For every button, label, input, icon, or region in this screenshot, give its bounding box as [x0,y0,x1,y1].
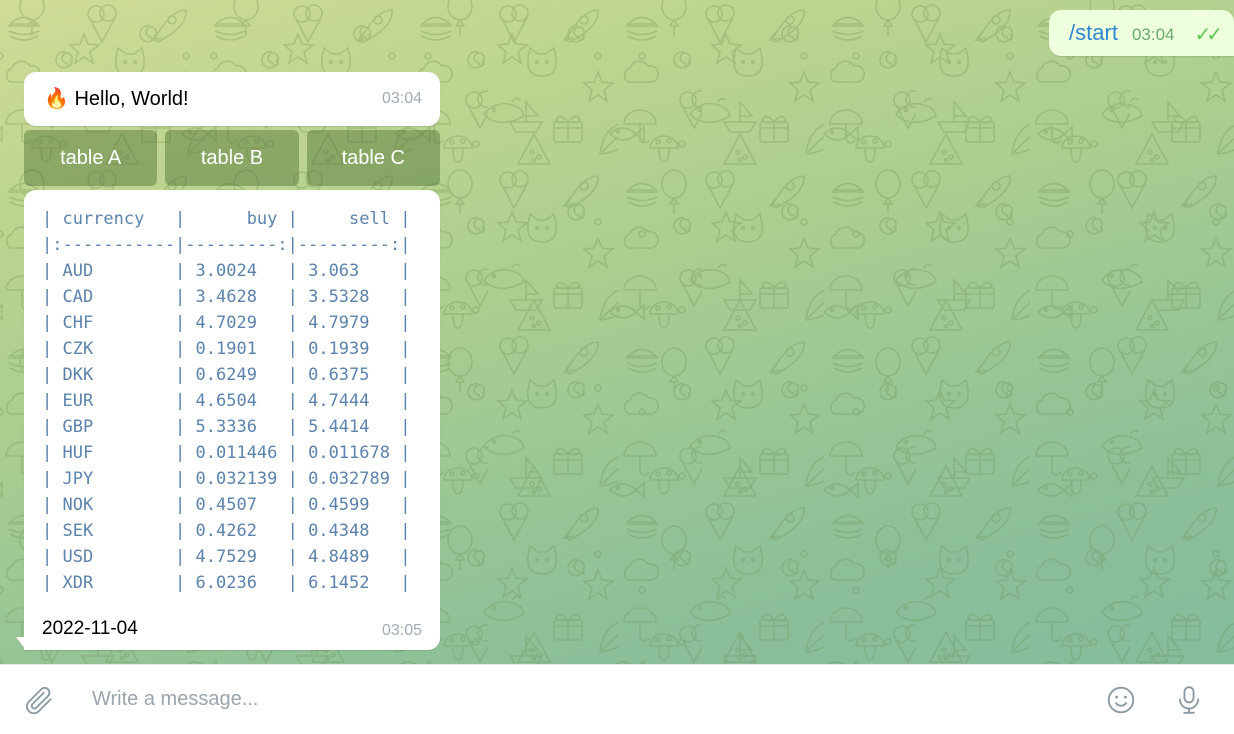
inline-keyboard: table A table B table C [24,130,440,186]
keyboard-button-table-c[interactable]: table C [306,130,440,186]
message-timestamp: 03:04 [381,90,422,107]
message-timestamp: 03:05 [381,622,422,639]
hello-message-text: 🔥 Hello, World! [44,86,189,112]
table-message-footer: 2022-11-04 03:05 [42,618,426,640]
chat-message-area: /start 03:04 ✓✓ 🔥 Hello, World! 03:04 ta… [0,0,1234,664]
rates-date-label: 2022-11-04 [42,618,138,639]
message-row-outgoing: /start 03:04 ✓✓ [1049,10,1234,56]
hello-message-label: Hello, World! [74,88,189,110]
message-bubble-currency-table: | currency | buy | sell | |:-----------|… [16,190,440,650]
message-input[interactable] [92,688,1098,711]
message-row-incoming: 🔥 Hello, World! 03:04 table A table B ta… [16,72,440,650]
message-bubble-start-command[interactable]: /start 03:04 ✓✓ [1049,10,1234,56]
keyboard-button-table-a[interactable]: table A [24,130,158,186]
microphone-icon[interactable] [1166,677,1212,723]
telegram-chat-window: /start 03:04 ✓✓ 🔥 Hello, World! 03:04 ta… [0,0,1234,734]
double-check-icon: ✓✓ [1194,24,1222,46]
message-composer-bar [0,664,1234,734]
fire-emoji: 🔥 [44,88,69,110]
keyboard-button-table-b[interactable]: table B [165,130,299,186]
currency-rates-table: | currency | buy | sell | |:-----------|… [42,209,411,593]
message-timestamp: 03:04 [1131,25,1175,44]
paperclip-icon[interactable] [20,680,60,720]
message-bubble-hello: 🔥 Hello, World! 03:04 [24,72,440,126]
smiley-icon[interactable] [1098,677,1144,723]
bot-command-link[interactable]: /start [1069,19,1118,47]
